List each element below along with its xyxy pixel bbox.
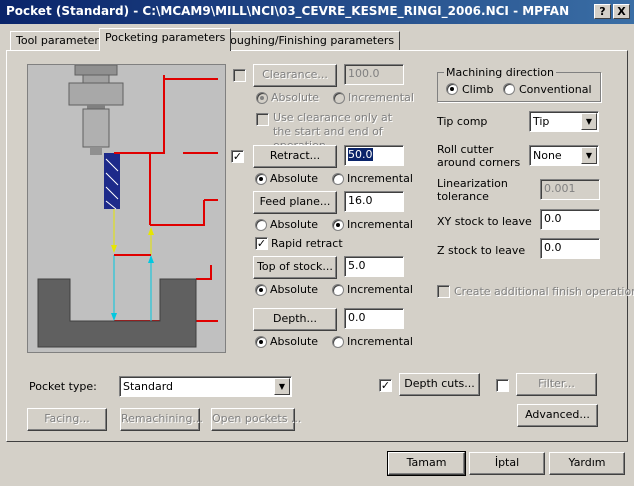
feed-plane-button[interactable]: Feed plane... [253, 191, 337, 214]
rapid-retract-label: Rapid retract [271, 237, 343, 250]
xy-stock-label: XY stock to leave [437, 215, 532, 228]
feed-plane-absolute-radio[interactable] [255, 219, 267, 231]
pocket-diagram-illustration [37, 64, 218, 348]
open-pockets-button[interactable]: Open pockets ... [211, 408, 301, 431]
tab-roughing-finishing[interactable]: Roughing/Finishing parameters [217, 31, 401, 51]
ok-button[interactable]: Tamam [387, 451, 466, 476]
depth-cuts-button[interactable]: Depth cuts... [399, 373, 480, 396]
title-bar: Pocket (Standard) - C:\MCAM9\MILL\NCI\03… [0, 0, 634, 24]
help-button[interactable]: ? [594, 4, 611, 19]
finish-operation-checkbox[interactable] [437, 285, 450, 298]
clearance-absolute-label: Absolute [271, 91, 320, 104]
climb-radio[interactable] [446, 83, 458, 95]
depth-incremental-radio[interactable] [332, 336, 344, 348]
top-of-stock-input[interactable]: 5.0 [344, 256, 404, 277]
linearization-label-2: tolerance [437, 190, 489, 203]
z-stock-input[interactable]: 0.0 [540, 238, 600, 259]
roll-cutter-label-1: Roll cutter [437, 143, 494, 156]
retract-button[interactable]: Retract... [253, 145, 337, 168]
tip-comp-select[interactable]: Tip ▼ [529, 111, 599, 132]
roll-cutter-dropdown-icon[interactable]: ▼ [581, 147, 597, 164]
feed-plane-input[interactable]: 16.0 [344, 191, 404, 212]
tip-comp-value: Tip [533, 115, 550, 128]
clearance-start-end-checkbox[interactable] [256, 113, 269, 126]
finish-operation-label: Create additional finish operation [454, 285, 634, 298]
close-button[interactable]: X [613, 4, 630, 19]
pocket-type-label: Pocket type: [29, 380, 97, 393]
retract-incremental-label: Incremental [347, 172, 413, 185]
conventional-radio[interactable] [503, 83, 515, 95]
feed-plane-incremental-label: Incremental [347, 218, 413, 231]
facing-button[interactable]: Facing... [27, 408, 107, 431]
pocket-diagram [27, 64, 226, 353]
retract-absolute-label: Absolute [270, 172, 319, 185]
xy-stock-input[interactable]: 0.0 [540, 209, 600, 230]
pocket-type-dropdown-icon[interactable]: ▼ [274, 378, 290, 395]
depth-absolute-radio[interactable] [255, 336, 267, 348]
depth-button[interactable]: Depth... [253, 308, 337, 331]
top-of-stock-absolute-label: Absolute [270, 283, 319, 296]
climb-label: Climb [462, 83, 494, 96]
conventional-label: Conventional [519, 83, 592, 96]
window-title: Pocket (Standard) - C:\MCAM9\MILL\NCI\03… [6, 4, 570, 18]
roll-cutter-select[interactable]: None ▼ [529, 145, 599, 166]
retract-absolute-radio[interactable] [255, 173, 267, 185]
clearance-input[interactable]: 100.0 [344, 64, 404, 85]
pocket-type-value: Standard [123, 380, 174, 393]
top-of-stock-incremental-label: Incremental [347, 283, 413, 296]
retract-checkbox[interactable]: ✓ [231, 150, 244, 163]
filter-button[interactable]: Filter... [516, 373, 597, 396]
clearance-incremental-radio[interactable] [333, 92, 345, 104]
machining-direction-title: Machining direction [444, 66, 556, 79]
retract-input[interactable]: 50.0 [344, 145, 404, 166]
retract-incremental-radio[interactable] [332, 173, 344, 185]
top-of-stock-button[interactable]: Top of stock... [253, 256, 337, 279]
top-of-stock-absolute-radio[interactable] [255, 284, 267, 296]
tip-comp-label: Tip comp [437, 115, 488, 128]
roll-cutter-label-2: around corners [437, 156, 521, 169]
depth-incremental-label: Incremental [347, 335, 413, 348]
clearance-absolute-radio[interactable] [256, 92, 268, 104]
remachining-button[interactable]: Remachining... [120, 408, 203, 431]
filter-checkbox[interactable] [496, 379, 509, 392]
clearance-button[interactable]: Clearance... [253, 64, 337, 87]
feed-plane-incremental-radio[interactable] [332, 219, 344, 231]
cancel-button[interactable]: İptal [469, 452, 545, 475]
tip-comp-dropdown-icon[interactable]: ▼ [581, 113, 597, 130]
roll-cutter-value: None [533, 149, 562, 162]
depth-cuts-checkbox[interactable]: ✓ [379, 379, 392, 392]
depth-absolute-label: Absolute [270, 335, 319, 348]
top-of-stock-incremental-radio[interactable] [332, 284, 344, 296]
linearization-label-1: Linearization [437, 177, 508, 190]
advanced-button[interactable]: Advanced... [517, 404, 598, 427]
rapid-retract-checkbox[interactable]: ✓ [255, 237, 268, 250]
clearance-incremental-label: Incremental [348, 91, 414, 104]
tab-pocketing-parameters[interactable]: Pocketing parameters [99, 28, 232, 51]
depth-input[interactable]: 0.0 [344, 308, 404, 329]
tab-tool-parameters[interactable]: Tool parameters [10, 31, 111, 51]
help-footer-button[interactable]: Yardım [549, 452, 625, 475]
pocket-type-select[interactable]: Standard ▼ [119, 376, 292, 397]
z-stock-label: Z stock to leave [437, 244, 526, 257]
linearization-input[interactable]: 0.001 [540, 179, 600, 200]
clearance-checkbox[interactable] [233, 69, 246, 82]
feed-plane-absolute-label: Absolute [270, 218, 319, 231]
